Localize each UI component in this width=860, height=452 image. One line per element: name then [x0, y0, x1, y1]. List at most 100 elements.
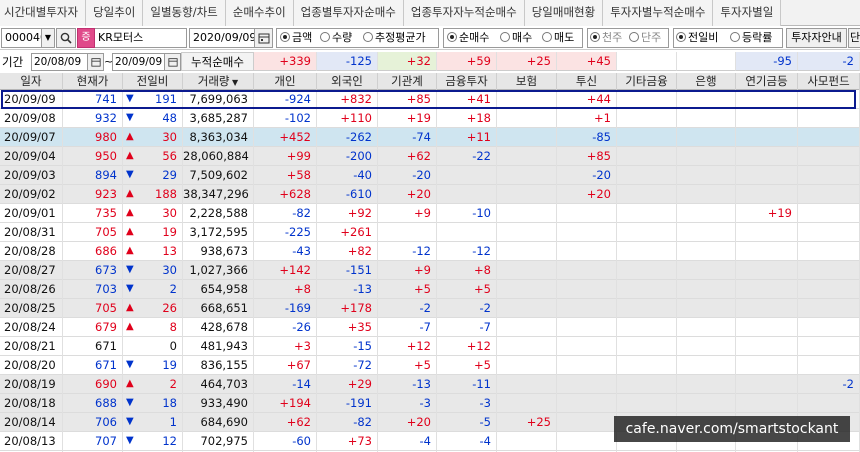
table-row[interactable]: 20/09/03 894 29 ▼ 7,509,602 +58 -40 -20 -20: [0, 166, 860, 185]
radio-label: 순매수: [459, 31, 490, 44]
tab-4[interactable]: 업종별투자자순매수: [293, 0, 404, 26]
period-from-input[interactable]: 20/08/09: [31, 53, 88, 71]
table-row[interactable]: 20/08/26 703 2 ▼ 654,958 +8 -13 +5 +5: [0, 280, 860, 299]
table-row[interactable]: 20/09/01 735 30 ▲ 2,228,588 -82 +92 +9 -10 +19: [0, 204, 860, 223]
column-header[interactable]: 전일비: [123, 73, 183, 90]
price-cell: 706: [63, 413, 123, 432]
investor-value-cell: [677, 90, 736, 109]
down-triangle-icon: ▼: [126, 169, 134, 180]
investor-value-cell: -74: [378, 128, 437, 147]
column-header[interactable]: 일자: [0, 73, 63, 90]
radio-single-shares[interactable]: 단주: [629, 29, 661, 47]
table-row[interactable]: 20/08/18 688 18 ▼ 933,490 +194 -191 -3 -3: [0, 394, 860, 413]
investor-value-cell: [617, 147, 677, 166]
tab-2[interactable]: 일별동향/차트: [143, 0, 226, 26]
investor-value-cell: [497, 394, 557, 413]
column-header[interactable]: 현재가: [63, 73, 123, 90]
column-header[interactable]: 거래량 ▼: [183, 73, 254, 90]
radio-label: 추정평균가: [375, 31, 426, 44]
table-row[interactable]: 20/08/27 673 30 ▼ 1,027,366 +142 -151 +9 +8: [0, 261, 860, 280]
radio-off-icon: [629, 32, 639, 42]
column-header[interactable]: 개인: [254, 73, 317, 90]
column-header[interactable]: 기관계: [378, 73, 437, 90]
table-row[interactable]: 20/08/19 690 2 ▲ 464,703 -14 +29 -13 -11 -2: [0, 375, 860, 394]
investor-guide-button[interactable]: 투자자안내: [786, 28, 847, 48]
investor-value-cell: [798, 280, 860, 299]
date-cell: 20/08/14: [0, 413, 63, 432]
radio-label: 단주: [641, 31, 662, 44]
date-cell: 20/08/25: [0, 299, 63, 318]
column-header-label: 일자: [20, 74, 42, 88]
volume-cell: 7,699,063: [183, 90, 254, 109]
investor-value-cell: +92: [317, 204, 378, 223]
table-row[interactable]: 20/09/04 950 56 ▲ 28,060,884 +99 -200 +62 -22 +85: [0, 147, 860, 166]
column-header[interactable]: 투신: [557, 73, 617, 90]
up-triangle-icon: ▲: [126, 131, 134, 142]
down-triangle-icon: ▼: [126, 359, 134, 370]
table-row[interactable]: 20/09/02 923 188 ▲ 38,347,296 +628 -610 +20 +20: [0, 185, 860, 204]
tab-3[interactable]: 순매수추이: [225, 0, 294, 26]
radio-buy[interactable]: 매수: [500, 29, 532, 47]
radio-amount[interactable]: 금액: [280, 29, 312, 47]
date-cell: 20/08/31: [0, 223, 63, 242]
price-cell: 671: [63, 356, 123, 375]
date-input[interactable]: 2020/09/09: [189, 28, 255, 48]
column-header[interactable]: 은행: [677, 73, 736, 90]
up-triangle-icon: ▲: [126, 302, 134, 313]
table-row[interactable]: 20/09/07 980 30 ▲ 8,363,034 +452 -262 -74 +11 -85: [0, 128, 860, 147]
stock-code-input[interactable]: 000040: [1, 28, 42, 48]
investor-value-cell: [497, 128, 557, 147]
investor-value-cell: +99: [254, 147, 317, 166]
table-row[interactable]: 20/08/28 686 13 ▲ 938,673 -43 +82 -12 -12: [0, 242, 860, 261]
investor-value-cell: [798, 356, 860, 375]
code-dropdown-icon[interactable]: ▼: [42, 28, 55, 48]
investor-value-cell: -14: [254, 375, 317, 394]
investor-value-cell: +5: [437, 356, 497, 375]
column-header[interactable]: 외국인: [317, 73, 378, 90]
column-header[interactable]: 연기금등: [736, 73, 798, 90]
calendar-icon[interactable]: [165, 53, 181, 71]
investor-value-cell: +9: [378, 204, 437, 223]
investor-value-cell: +452: [254, 128, 317, 147]
investor-value-cell: [677, 299, 736, 318]
table-row[interactable]: 20/09/09 741 191 ▼ 7,699,063 -924 +832 +85 +41 +4…: [0, 90, 860, 109]
radio-label: 등락률: [742, 31, 773, 44]
table-row[interactable]: 20/08/21 671 0 481,943 +3 -15 +12 +12: [0, 337, 860, 356]
investor-value-cell: +1: [557, 109, 617, 128]
investor-value-cell: +20: [378, 413, 437, 432]
search-icon[interactable]: [56, 28, 76, 48]
table-row[interactable]: 20/08/31 705 19 ▲ 3,172,595 -225 +261: [0, 223, 860, 242]
investor-value-cell: +44: [557, 90, 617, 109]
column-header[interactable]: 보험: [497, 73, 557, 90]
calendar-icon[interactable]: [88, 53, 104, 71]
tab-5[interactable]: 업종투자자누적순매수: [403, 0, 525, 26]
table-row[interactable]: 20/08/20 671 19 ▼ 836,155 +67 -72 +5 +5: [0, 356, 860, 375]
radio-net-buy[interactable]: 순매수: [447, 29, 489, 47]
calendar-icon[interactable]: [255, 28, 273, 48]
tab-6[interactable]: 당일매매현황: [524, 0, 604, 26]
cumulative-value: -2: [798, 52, 860, 71]
investor-value-cell: [617, 166, 677, 185]
period-to-input[interactable]: 20/09/09: [112, 53, 165, 71]
radio-change-rate[interactable]: 등락률: [730, 29, 772, 47]
radio-quantity[interactable]: 수량: [320, 29, 352, 47]
radio-sell[interactable]: 매도: [542, 29, 574, 47]
radio-prev-day[interactable]: 전일비: [676, 29, 718, 47]
table-row[interactable]: 20/09/08 932 48 ▼ 3,685,287 -102 +110 +19 +18 +1: [0, 109, 860, 128]
tab-8[interactable]: 투자자별일: [713, 0, 782, 26]
sort-down-icon[interactable]: ▼: [230, 78, 238, 87]
table-row[interactable]: 20/08/25 705 26 ▲ 668,651 -169 +178 -2 -2: [0, 299, 860, 318]
table-row[interactable]: 20/08/24 679 8 ▲ 428,678 -26 +35 -7 -7: [0, 318, 860, 337]
extra-button[interactable]: 단: [848, 28, 860, 48]
tab-1[interactable]: 당일추이: [86, 0, 144, 26]
column-header[interactable]: 사모펀드: [798, 73, 860, 90]
volume-cell: 464,703: [183, 375, 254, 394]
investor-value-cell: -5: [437, 413, 497, 432]
column-header[interactable]: 금융투자: [437, 73, 497, 90]
radio-thousand-shares[interactable]: 천주: [590, 29, 622, 47]
radio-avg-price[interactable]: 추정평균가: [363, 29, 426, 47]
tab-7[interactable]: 투자자별누적순매수: [603, 0, 714, 26]
column-header[interactable]: 기타금융: [617, 73, 677, 90]
tab-0[interactable]: 시간대별투자자: [0, 0, 87, 26]
column-header-label: 투신: [575, 74, 598, 88]
